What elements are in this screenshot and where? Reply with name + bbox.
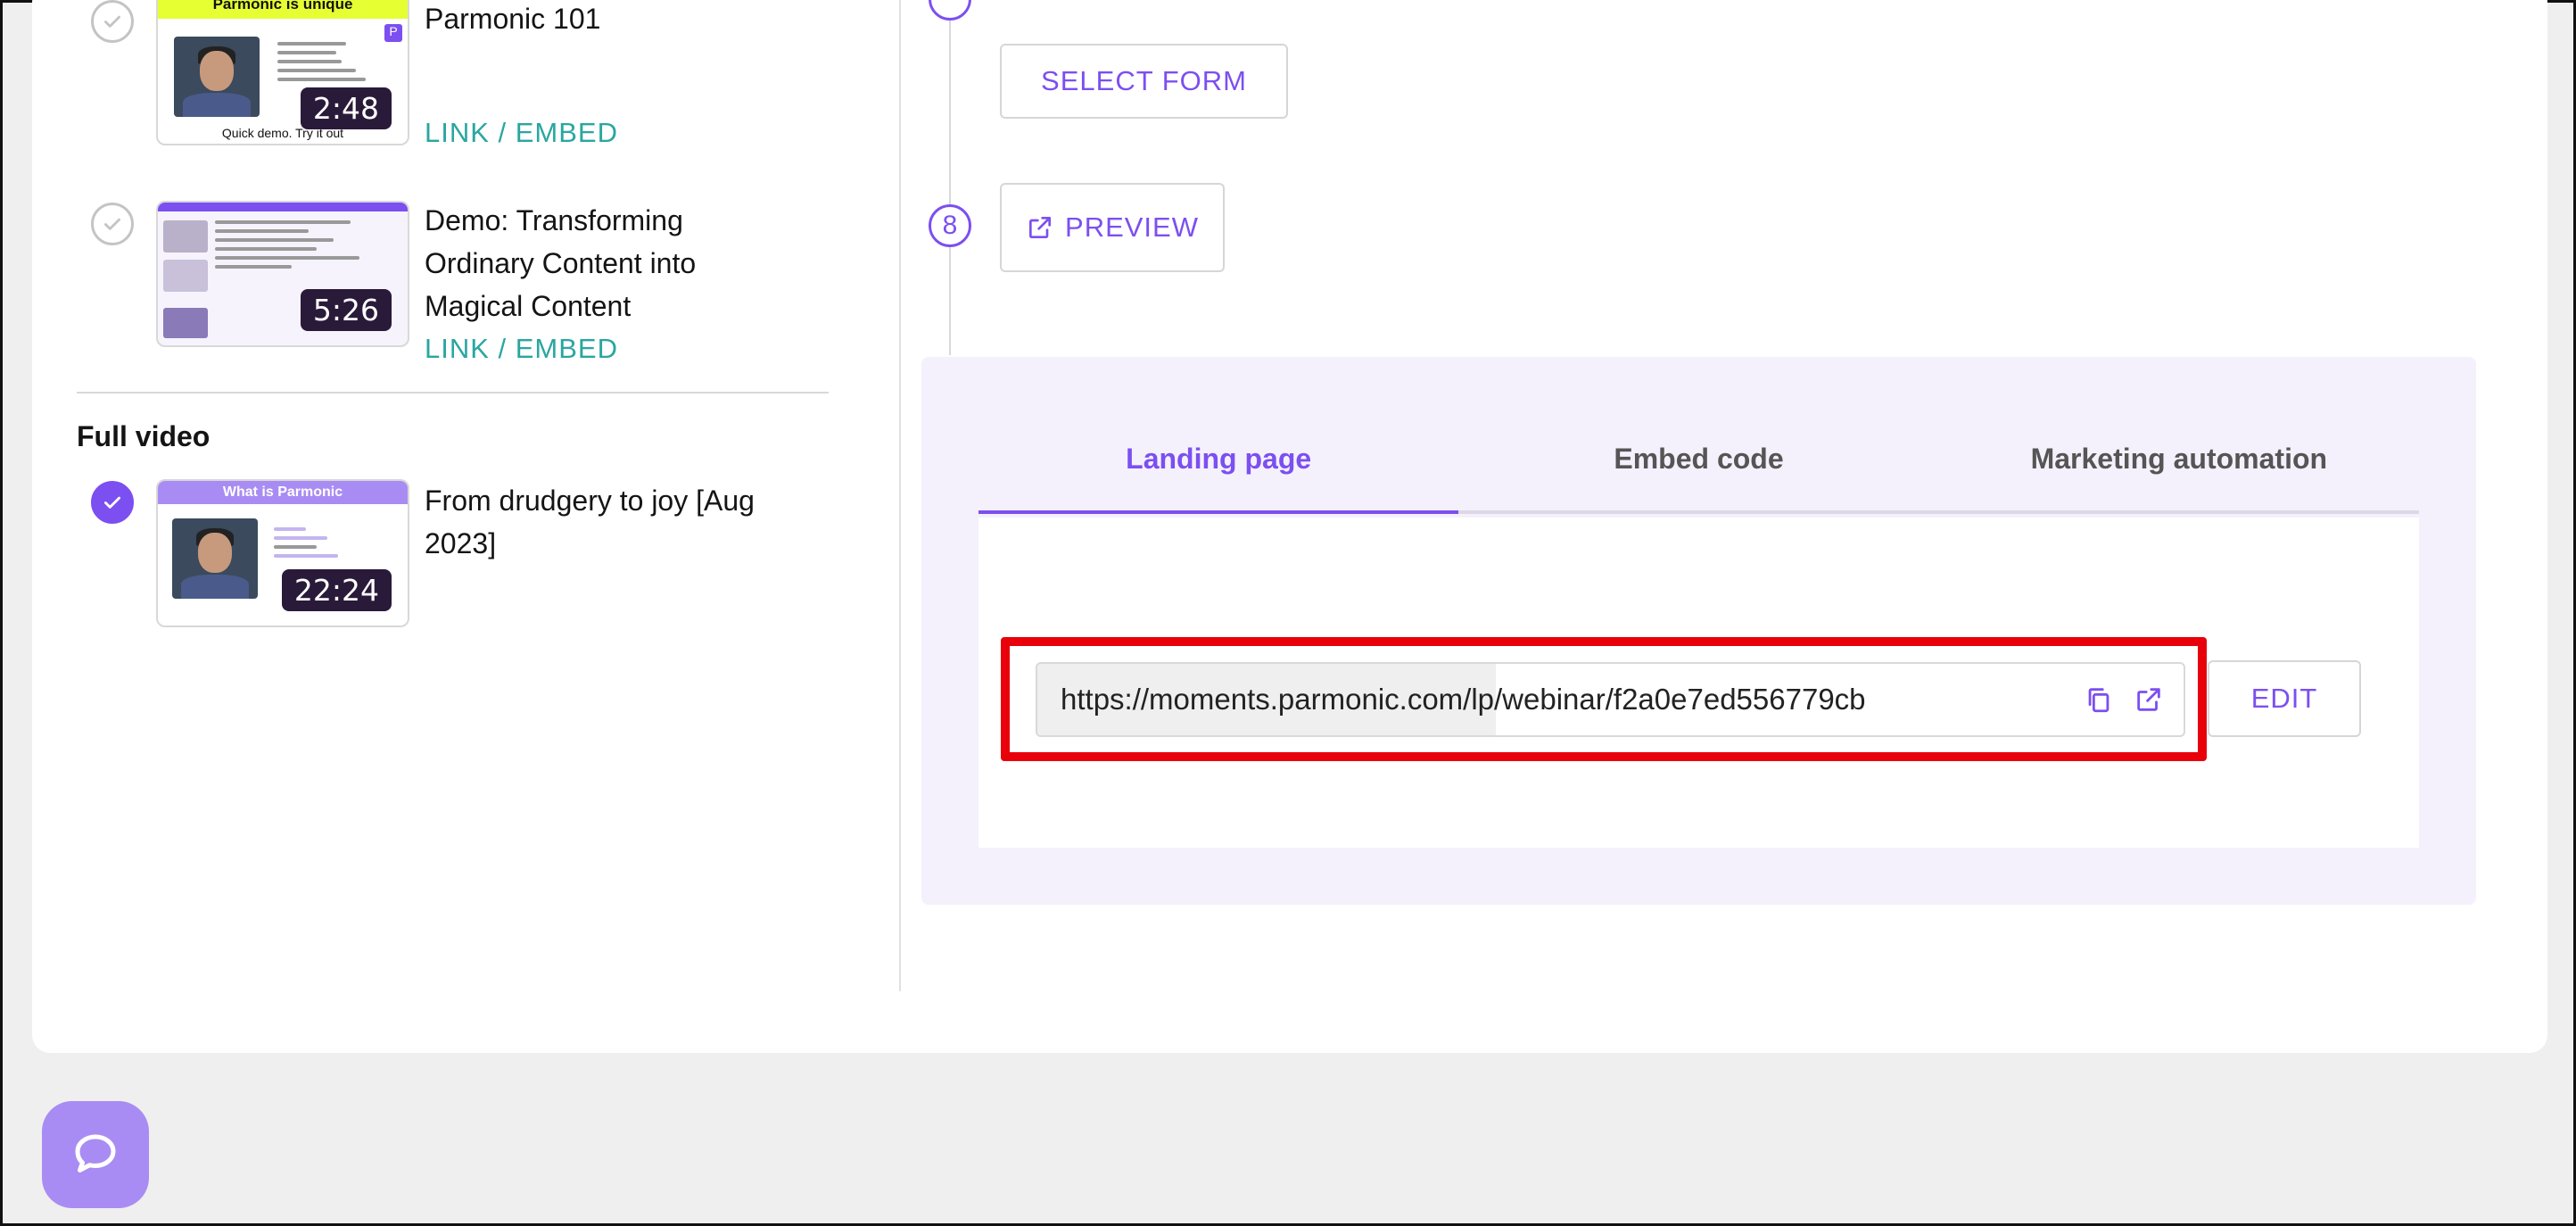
column-divider (899, 0, 901, 991)
check-icon (104, 496, 120, 509)
edit-button[interactable]: EDIT (2208, 660, 2361, 737)
video-title: Demo: Transforming Ordinary Content into… (425, 204, 697, 322)
video-thumbnail-demo[interactable]: 5:26 (156, 201, 409, 347)
thumbnail-header: Parmonic is unique (158, 0, 408, 19)
chat-bubble-icon (75, 1134, 116, 1172)
video-duration: 2:48 (300, 87, 392, 129)
publish-panel: Landing page Embed code Marketing automa… (921, 357, 2476, 905)
tab-marketing-automation[interactable]: Marketing automation (1939, 443, 2419, 510)
section-divider (77, 392, 829, 393)
thumbnail-header: What is Parmonic (158, 481, 408, 504)
landing-page-url: https://moments.parmonic.com/lp/webinar/… (1061, 683, 1866, 716)
link-embed-button[interactable]: LINK / EMBED (425, 117, 618, 149)
video-thumbnail-full[interactable]: What is Parmonic 22:24 (156, 479, 409, 627)
step-number-badge: 8 (929, 204, 971, 247)
preview-button[interactable]: PREVIEW (1000, 183, 1225, 272)
presenter-image (174, 37, 260, 117)
tab-landing-page[interactable]: Landing page (978, 443, 1459, 514)
chat-launcher-button[interactable] (42, 1101, 149, 1208)
video-title: Parmonic 101 (425, 3, 601, 35)
step-connector-line (949, 3, 951, 355)
slide-text-lines (215, 215, 384, 274)
external-link-icon[interactable] (2134, 684, 2164, 715)
external-link-icon (1029, 217, 1052, 238)
video-duration: 5:26 (300, 289, 392, 331)
presenter-image (172, 518, 258, 599)
video-check-parmonic-101[interactable] (91, 0, 134, 43)
video-check-demo[interactable] (91, 203, 134, 245)
video-duration: 22:24 (281, 569, 392, 611)
full-video-heading: Full video (77, 420, 211, 452)
copy-icon[interactable] (2084, 684, 2114, 715)
video-title: From drudgery to joy [Aug 2023] (425, 485, 755, 559)
check-icon (104, 218, 120, 230)
landing-page-url-field[interactable]: https://moments.parmonic.com/lp/webinar/… (1036, 662, 2185, 737)
link-embed-button[interactable]: LINK / EMBED (425, 333, 618, 365)
slide-text-lines (274, 522, 381, 563)
check-icon (104, 15, 120, 28)
parmonic-logo-icon: P (384, 24, 402, 42)
tab-embed-code[interactable]: Embed code (1458, 443, 1938, 510)
publish-tabs: Landing page Embed code Marketing automa… (978, 443, 2419, 514)
video-thumbnail-parmonic-101[interactable]: Parmonic is unique P Quick demo. Try it … (156, 0, 409, 145)
full-video-check[interactable] (91, 481, 134, 524)
slide-text-lines (277, 37, 376, 87)
select-form-button[interactable]: SELECT FORM (1000, 44, 1288, 119)
